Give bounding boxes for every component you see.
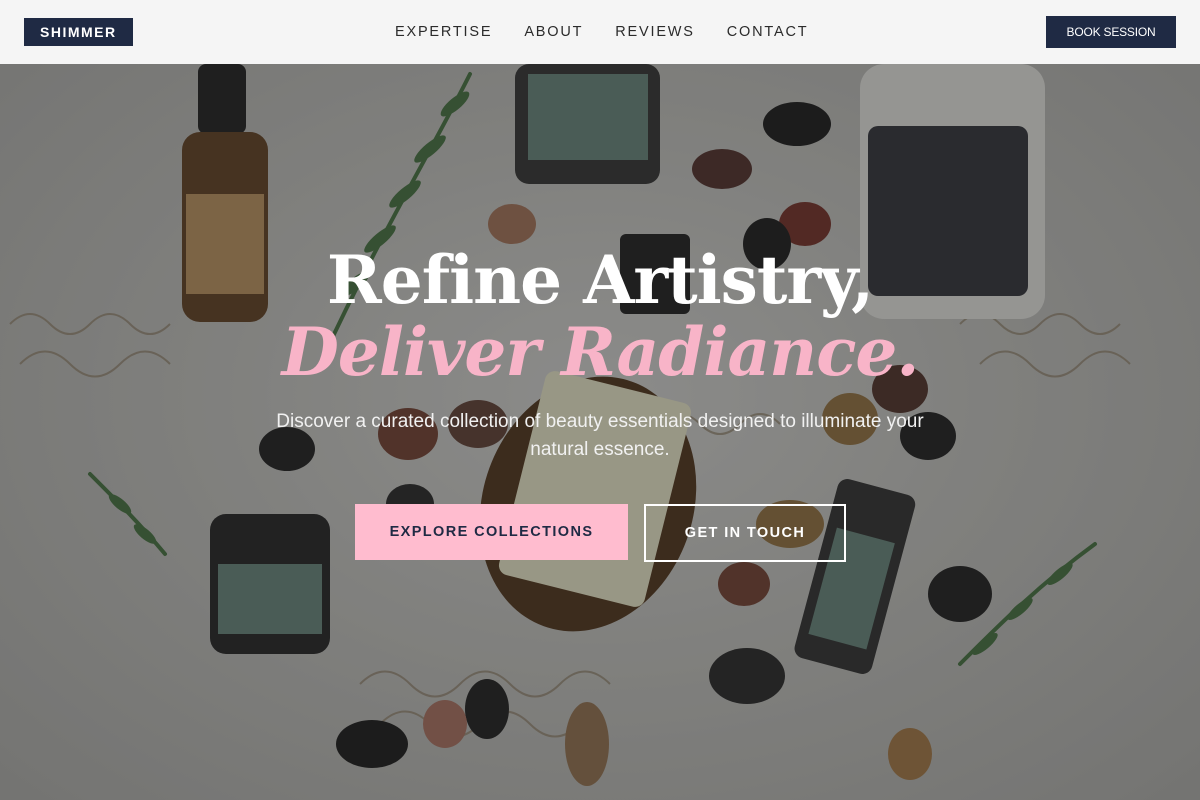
book-session-button[interactable]: BOOK SESSION [1046, 16, 1176, 48]
brand-logo[interactable]: SHIMMER [24, 18, 133, 46]
nav-link-expertise[interactable]: EXPERTISE [395, 24, 492, 40]
main-nav: EXPERTISE ABOUT REVIEWS CONTACT [395, 0, 808, 64]
top-navbar: SHIMMER EXPERTISE ABOUT REVIEWS CONTACT … [0, 0, 1200, 64]
nav-link-reviews[interactable]: REVIEWS [615, 24, 694, 40]
explore-collections-button[interactable]: EXPLORE COLLECTIONS [355, 504, 628, 560]
nav-link-about[interactable]: ABOUT [524, 24, 583, 40]
get-in-touch-button[interactable]: GET IN TOUCH [644, 504, 846, 562]
hero-headline-line1: Refine Artistry, [326, 241, 874, 319]
hero-subtitle: Discover a curated collection of beauty … [276, 411, 924, 460]
hero-headline-line2: Deliver Radiance. [281, 313, 920, 391]
nav-link-contact[interactable]: CONTACT [727, 24, 809, 40]
